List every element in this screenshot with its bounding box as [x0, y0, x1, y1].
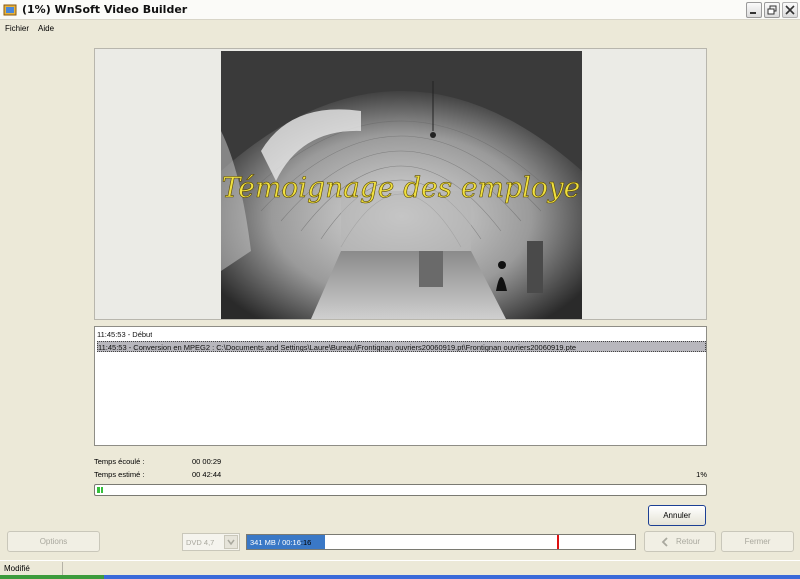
close-button[interactable] [782, 2, 798, 18]
menu-aide[interactable]: Aide [38, 24, 54, 33]
disc-space-used-text: 341 MB / 00:16 [250, 538, 301, 547]
title-bar: (1%) WnSoft Video Builder [0, 0, 800, 20]
menu-bar: Fichier Aide [0, 20, 800, 37]
cancel-button[interactable]: Annuler [648, 505, 706, 526]
elapsed-label: Temps écoulé : [94, 457, 145, 466]
restore-button[interactable] [764, 2, 780, 18]
log-line[interactable]: 11:45:53 - Début [97, 329, 152, 340]
progress-fill [97, 487, 103, 493]
start-button[interactable] [0, 575, 104, 579]
chevron-down-icon[interactable] [224, 535, 238, 549]
chevron-left-icon [661, 536, 668, 547]
status-divider [62, 562, 63, 575]
restore-icon [767, 5, 777, 15]
disc-space-bar: 341 MB / 00:16:16 [246, 534, 636, 550]
close-icon [785, 5, 795, 15]
preview-overlay-text: Témoignage des employe [222, 171, 581, 204]
format-select[interactable]: DVD 4,7 [182, 533, 240, 551]
estimated-value: 00 42:44 [192, 470, 222, 479]
minimize-icon [750, 12, 756, 14]
format-select-value: DVD 4,7 [186, 538, 215, 547]
disc-space-total-text: :16 [300, 538, 312, 547]
back-button-label: Retour [675, 537, 700, 546]
app-icon [3, 3, 17, 17]
preview-panel: Témoignage des employe [94, 48, 707, 320]
log-line-selected[interactable]: 11:45:53 - Conversion en MPEG2 : C:\Docu… [97, 341, 706, 352]
disc-space-text: 341 MB / 00:16:16 [250, 538, 311, 547]
elapsed-value: 00 00:29 [192, 457, 222, 466]
options-button[interactable]: Options [7, 531, 100, 552]
close-dialog-button[interactable]: Fermer [721, 531, 794, 552]
window-title: (1%) WnSoft Video Builder [22, 3, 188, 16]
menu-fichier[interactable]: Fichier [5, 24, 29, 33]
taskbar [0, 575, 800, 579]
estimated-label: Temps estimé : [94, 470, 145, 479]
progress-bar [94, 484, 707, 496]
log-list[interactable]: 11:45:53 - Début 11:45:53 - Conversion e… [94, 326, 707, 446]
preview-image: Témoignage des employe [221, 51, 582, 319]
minimize-button[interactable] [746, 2, 762, 18]
back-button[interactable]: Retour [644, 531, 716, 552]
percent-text: 1% [696, 470, 707, 479]
disc-capacity-marker [557, 535, 559, 549]
status-text: Modifié [4, 564, 30, 573]
